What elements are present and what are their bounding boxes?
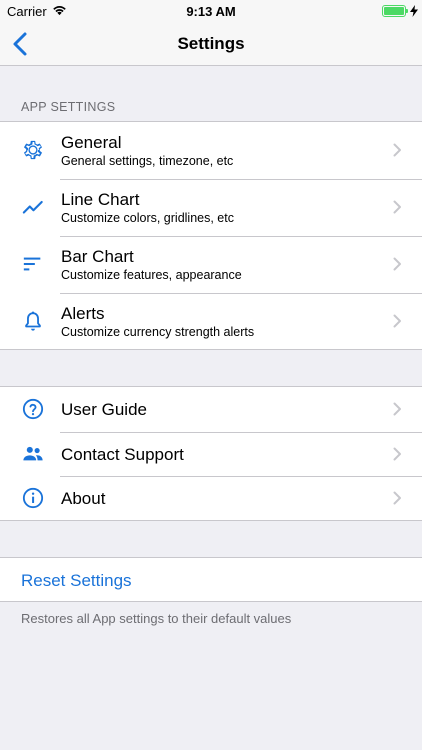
settings-row-title: Bar Chart — [61, 247, 134, 266]
line-chart-icon — [22, 200, 43, 214]
settings-row-subtitle: General settings, timezone, etc — [61, 154, 234, 168]
chevron-right-icon — [393, 257, 401, 271]
battery-tip — [406, 9, 408, 13]
help-icon — [22, 398, 44, 420]
settings-row-title: Alerts — [61, 304, 105, 323]
bar-chart-icon — [23, 257, 41, 271]
support-row-user-guide[interactable]: User Guide — [0, 387, 422, 432]
page-title: Settings — [177, 34, 245, 53]
support-list: User Guide Contact Support About — [0, 386, 422, 521]
support-row-title: Contact Support — [61, 444, 184, 464]
settings-row-bar-chart[interactable]: Bar Chart Customize features, appearance — [0, 236, 422, 293]
chevron-right-icon — [393, 314, 401, 328]
support-row-about[interactable]: About — [0, 476, 422, 521]
settings-row-line-chart[interactable]: Line Chart Customize colors, gridlines, … — [0, 179, 422, 236]
navigation-bar: Settings — [0, 22, 422, 66]
support-row-title: About — [61, 489, 106, 508]
support-row-title: User Guide — [61, 400, 147, 419]
charging-bolt-icon — [410, 5, 418, 17]
chevron-right-icon — [393, 200, 401, 214]
reset-footer-note: Restores all App settings to their defau… — [21, 611, 292, 626]
settings-row-title: General — [61, 133, 122, 152]
chevron-right-icon — [393, 491, 401, 505]
status-time: 9:13 AM — [186, 4, 236, 19]
people-icon — [23, 446, 43, 460]
battery-level-fill — [384, 7, 404, 15]
settings-row-title: Line Chart — [61, 190, 140, 209]
status-bar: Carrier 9:13 AM — [0, 0, 422, 22]
settings-row-subtitle: Customize features, appearance — [61, 268, 242, 282]
settings-row-alerts[interactable]: Alerts Customize currency strength alert… — [0, 293, 422, 350]
settings-row-general[interactable]: General General settings, timezone, etc — [0, 122, 422, 179]
info-icon — [22, 487, 44, 509]
chevron-right-icon — [393, 447, 401, 460]
reset-section: Reset Settings — [0, 557, 422, 602]
app-settings-list: General General settings, timezone, etc … — [0, 121, 422, 350]
settings-row-subtitle: Customize colors, gridlines, etc — [61, 211, 234, 225]
support-row-contact-support[interactable]: Contact Support — [0, 431, 422, 477]
gear-icon — [24, 140, 42, 160]
chevron-right-icon — [393, 402, 401, 416]
section-header-app-settings: APP SETTINGS — [21, 100, 116, 114]
bell-icon — [25, 311, 41, 331]
settings-row-subtitle: Customize currency strength alerts — [61, 325, 255, 339]
chevron-right-icon — [393, 143, 401, 157]
battery-icon — [382, 5, 406, 17]
reset-settings-button[interactable]: Reset Settings — [21, 571, 132, 591]
